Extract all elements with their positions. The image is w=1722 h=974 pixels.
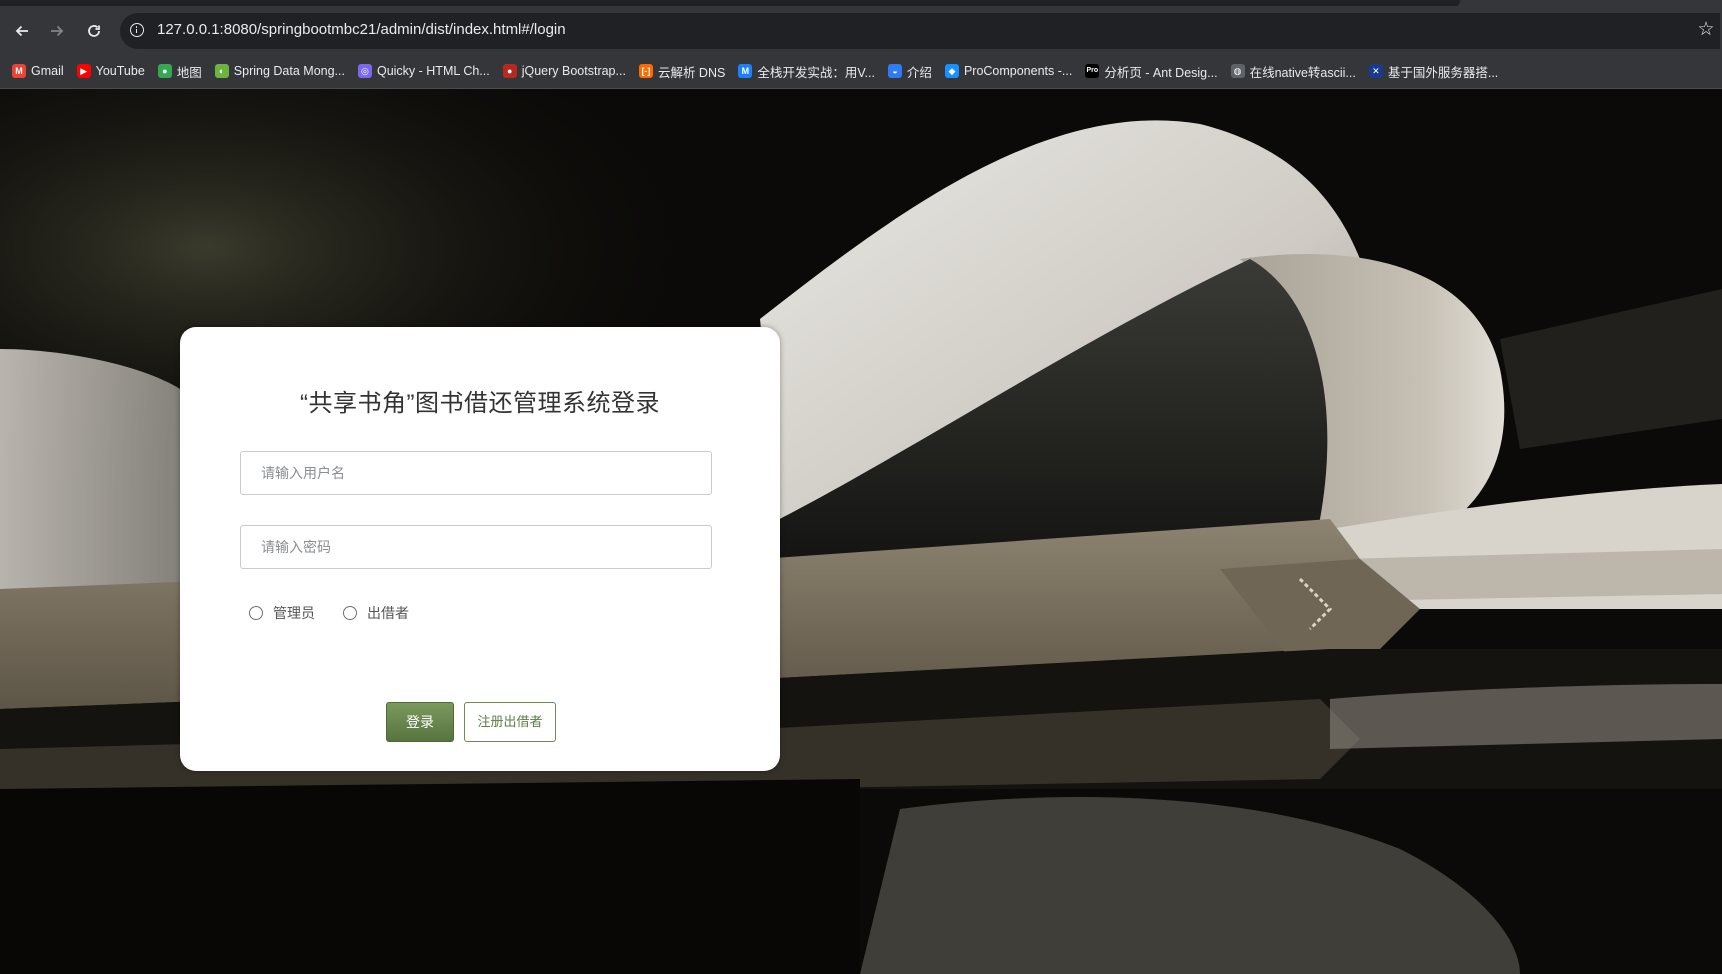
reload-icon[interactable]	[81, 19, 107, 45]
bookmark-label: Spring Data Mong...	[233, 64, 345, 78]
radio-circle-icon[interactable]	[249, 606, 263, 620]
bookmark-star-icon[interactable]: ☆	[1696, 20, 1716, 40]
flag-icon: ✕	[1368, 64, 1383, 78]
bookmark-label: 介绍	[906, 65, 932, 80]
bookmark-label: ProComponents -...	[963, 64, 1073, 78]
bookmark-item[interactable]: ◍ 在线native转ascii...	[1230, 57, 1363, 85]
spring-leaf-icon: ◐	[214, 64, 229, 78]
bookmark-label: jQuery Bootstrap...	[521, 64, 626, 78]
bookmark-item[interactable]: [-] 云解析 DNS	[638, 57, 732, 85]
role-admin-label: 管理员	[273, 605, 315, 621]
aliyun-icon: [-]	[638, 64, 653, 78]
bookmark-item[interactable]: ◆ ProComponents -...	[944, 57, 1079, 85]
bookmark-label: Quicky - HTML Ch...	[376, 64, 490, 78]
pro-icon: Pro	[1085, 64, 1100, 78]
url-text[interactable]: 127.0.0.1:8080/springbootmbc21/admin/dis…	[157, 21, 566, 38]
bookmark-item[interactable]: ✕ 基于国外服务器搭...	[1368, 57, 1505, 85]
browser-chrome: 127.0.0.1:8080/springbootmbc21/admin/dis…	[0, 0, 1722, 89]
jquery-icon: ●	[502, 64, 517, 78]
username-input[interactable]	[240, 451, 712, 495]
quicky-icon: ◎	[357, 64, 372, 78]
gmail-icon: M	[12, 64, 26, 78]
bookmark-item[interactable]: M 全栈开发实战：用V...	[738, 57, 882, 85]
procomponents-icon: ◆	[944, 64, 959, 78]
bookmark-label: 云解析 DNS	[657, 65, 726, 80]
forward-icon[interactable]	[44, 19, 70, 45]
address-bar[interactable]: 127.0.0.1:8080/springbootmbc21/admin/dis…	[120, 13, 1720, 49]
register-lender-button[interactable]: 注册出借者	[464, 702, 556, 742]
password-input[interactable]	[240, 525, 712, 569]
role-admin-radio[interactable]: 管理员	[249, 603, 315, 623]
login-card: “共享书角”图书借还管理系统登录 管理员 出借者 登录 注册出借者	[180, 327, 780, 771]
bookmark-label: 基于国外服务器搭...	[1387, 65, 1499, 80]
bookmark-label: Gmail	[31, 64, 64, 78]
bookmark-label: 分析页 - Ant Desig...	[1104, 65, 1218, 80]
login-button[interactable]: 登录	[386, 702, 454, 742]
bookmark-label: 全栈开发实战：用V...	[757, 65, 875, 80]
bookmark-label: 在线native转ascii...	[1249, 65, 1356, 80]
bookmark-item[interactable]: ◒ 介绍	[887, 57, 939, 85]
role-lender-label: 出借者	[367, 605, 409, 621]
maps-icon: ●	[157, 64, 172, 78]
radio-circle-icon[interactable]	[343, 606, 357, 620]
back-icon[interactable]	[9, 19, 35, 45]
bookmarks-bar: M Gmail ▶ YouTube ● 地图 ◐ Spring Data Mong... ◎ Qu…	[0, 54, 1722, 89]
bookmark-item[interactable]: ● jQuery Bootstrap...	[502, 57, 633, 85]
bookmark-item[interactable]: ▶ YouTube	[76, 57, 152, 85]
site-info-icon[interactable]	[130, 23, 144, 37]
m-icon: M	[738, 64, 753, 78]
login-title: “共享书角”图书借还管理系统登录	[300, 390, 660, 417]
youtube-icon: ▶	[76, 64, 91, 78]
browser-toolbar: 127.0.0.1:8080/springbootmbc21/admin/dis…	[0, 6, 1722, 54]
bookmark-item[interactable]: ◎ Quicky - HTML Ch...	[357, 57, 497, 85]
login-page: “共享书角”图书借还管理系统登录 管理员 出借者 登录 注册出借者	[0, 89, 1722, 974]
role-radio-group: 管理员 出借者	[249, 603, 437, 623]
bookmark-item[interactable]: Pro 分析页 - Ant Desig...	[1085, 57, 1224, 85]
bookmark-item[interactable]: M Gmail	[12, 57, 71, 85]
intro-icon: ◒	[887, 64, 902, 78]
bookmark-item[interactable]: ◐ Spring Data Mong...	[214, 57, 352, 85]
bookmark-label: YouTube	[95, 64, 145, 78]
bookmark-label: 地图	[176, 65, 202, 80]
bookmark-item[interactable]: ● 地图	[157, 57, 209, 85]
role-lender-radio[interactable]: 出借者	[343, 603, 409, 623]
globe-icon: ◍	[1230, 64, 1245, 78]
